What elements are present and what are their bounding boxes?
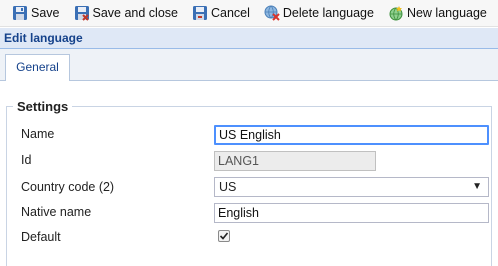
save-button[interactable]: Save bbox=[10, 2, 64, 24]
cancel-label: Cancel bbox=[210, 6, 250, 20]
save-and-close-label: Save and close bbox=[92, 6, 178, 20]
save-and-close-button[interactable]: Save and close bbox=[72, 2, 182, 24]
new-language-button[interactable]: New language bbox=[386, 2, 491, 24]
floppy-disk-cancel-icon bbox=[192, 6, 207, 20]
id-field bbox=[214, 151, 376, 171]
new-language-label: New language bbox=[406, 6, 487, 20]
cancel-button[interactable]: Cancel bbox=[190, 2, 254, 24]
tab-general[interactable]: General bbox=[5, 54, 70, 81]
checkmark-icon bbox=[219, 232, 229, 240]
floppy-disk-close-icon bbox=[74, 6, 89, 21]
native-name-field[interactable] bbox=[214, 203, 489, 223]
delete-globe-icon bbox=[264, 5, 280, 21]
id-label: Id bbox=[21, 153, 32, 167]
delete-language-label: Delete language bbox=[282, 6, 374, 20]
country-code-select[interactable]: US ▼ bbox=[214, 177, 489, 197]
panel-title: Edit language bbox=[0, 28, 498, 49]
tab-strip: General bbox=[0, 49, 498, 81]
dropdown-arrow-icon: ▼ bbox=[472, 181, 482, 192]
default-checkbox[interactable] bbox=[218, 230, 230, 242]
name-label: Name bbox=[21, 127, 55, 141]
toolbar: Save Save and close Cancel Delete langua… bbox=[0, 0, 498, 27]
save-label: Save bbox=[31, 6, 60, 20]
delete-language-button[interactable]: Delete language bbox=[262, 2, 378, 24]
new-globe-icon bbox=[389, 6, 403, 21]
floppy-disk-icon bbox=[13, 6, 27, 20]
name-field[interactable] bbox=[214, 125, 489, 145]
country-code-label: Country code (2) bbox=[21, 180, 115, 194]
native-name-label: Native name bbox=[21, 205, 92, 219]
country-code-value: US bbox=[219, 180, 237, 194]
settings-legend: Settings bbox=[13, 99, 73, 114]
default-label: Default bbox=[21, 230, 61, 244]
